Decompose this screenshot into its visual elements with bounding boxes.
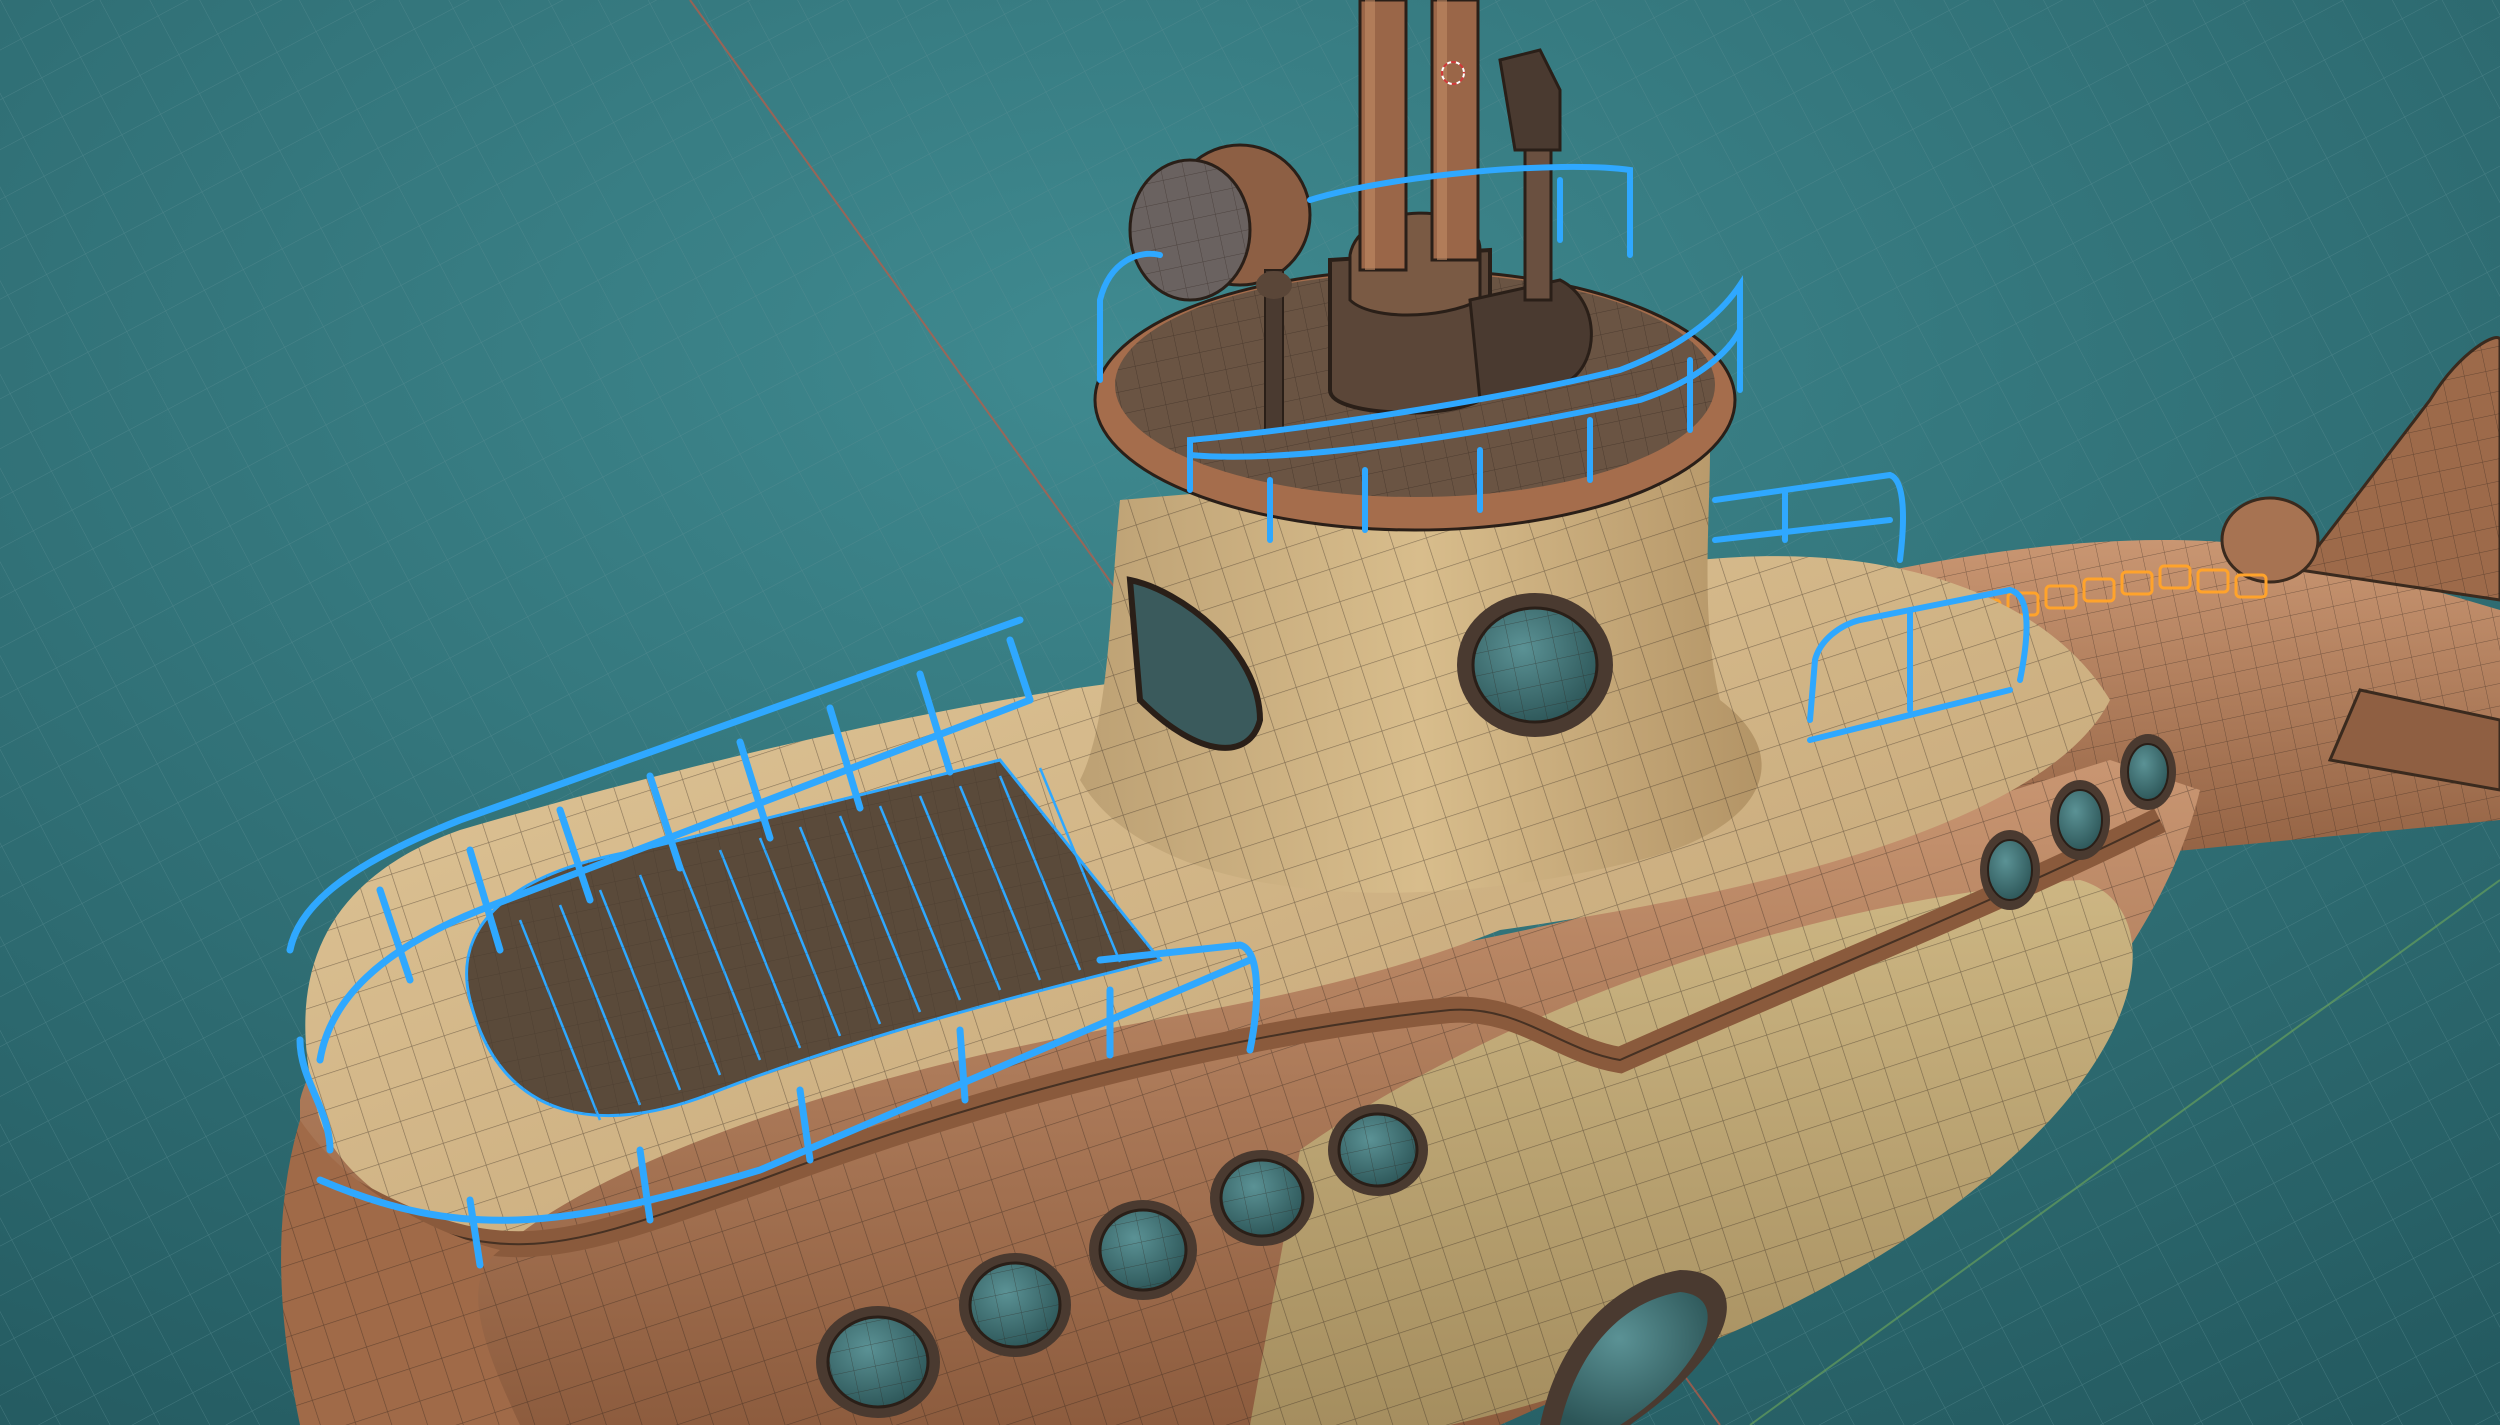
hull-porthole-3: [1089, 1200, 1197, 1300]
tower-porthole: [1457, 593, 1613, 737]
aft-porthole-2: [2050, 780, 2110, 860]
hull-porthole-4: [1210, 1150, 1314, 1246]
aft-porthole-1: [1980, 830, 2040, 910]
3d-viewport[interactable]: [0, 0, 2500, 1425]
viewport-scene[interactable]: [0, 0, 2500, 1425]
hull-porthole-2: [959, 1253, 1071, 1357]
aft-porthole-3: [2120, 734, 2176, 810]
hull-porthole-5: [1328, 1104, 1428, 1196]
hull-porthole-1: [816, 1306, 940, 1418]
